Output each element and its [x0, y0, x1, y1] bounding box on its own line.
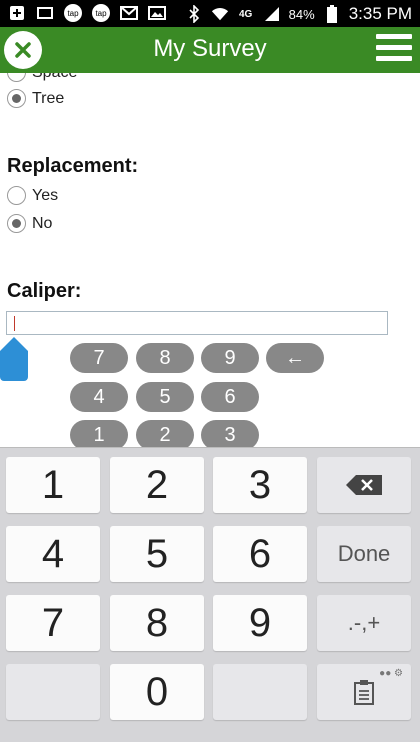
- option-space[interactable]: Space: [7, 73, 77, 82]
- pill-key[interactable]: 7: [70, 343, 128, 373]
- settings-gear-icon: ●● ⚙: [379, 668, 403, 679]
- survey-form: Space Tree Replacement: Yes No Caliper: …: [0, 73, 420, 447]
- key-5[interactable]: 5: [110, 526, 204, 582]
- blank-key[interactable]: [213, 664, 307, 720]
- hamburger-icon-bar: [376, 45, 412, 50]
- text-caret: [14, 316, 15, 331]
- option-label: Tree: [32, 89, 65, 107]
- option-no[interactable]: No: [7, 214, 52, 233]
- status-time: 3:35 PM: [348, 4, 412, 23]
- pill-key[interactable]: 8: [136, 343, 194, 373]
- image-icon: [148, 4, 166, 22]
- page-title: My Survey: [153, 35, 267, 62]
- key-8[interactable]: 8: [110, 595, 204, 651]
- clipboard-icon: [354, 680, 374, 705]
- radio-tree[interactable]: [7, 89, 26, 108]
- wifi-icon: [211, 5, 229, 23]
- tap-icon: tap: [92, 4, 110, 22]
- key-7[interactable]: 7: [6, 595, 100, 651]
- bluetooth-icon: [185, 5, 203, 23]
- menu-button[interactable]: [376, 34, 412, 66]
- key-4[interactable]: 4: [6, 526, 100, 582]
- option-label: Space: [32, 73, 77, 82]
- status-right-icons: 4G 84% 3:35 PM: [185, 4, 412, 24]
- pill-key[interactable]: 1: [70, 420, 128, 447]
- key-2[interactable]: 2: [110, 457, 204, 513]
- signal-icon: [263, 5, 281, 23]
- caliper-input[interactable]: [6, 311, 388, 335]
- option-yes[interactable]: Yes: [7, 186, 58, 205]
- caliper-label: Caliper:: [7, 280, 82, 302]
- option-label: Yes: [32, 186, 59, 204]
- option-tree[interactable]: Tree: [7, 89, 64, 108]
- key-6[interactable]: 6: [213, 526, 307, 582]
- app-bar: My Survey: [0, 27, 420, 73]
- pill-key[interactable]: 3: [201, 420, 259, 447]
- backspace-icon: [346, 475, 382, 495]
- key-9[interactable]: 9: [213, 595, 307, 651]
- key-3[interactable]: 3: [213, 457, 307, 513]
- pill-key[interactable]: 4: [70, 382, 128, 412]
- pill-key[interactable]: 2: [136, 420, 194, 447]
- plus-box-icon: [8, 4, 26, 22]
- network-badge: 4G: [238, 8, 253, 20]
- done-key[interactable]: Done: [317, 526, 411, 582]
- clipboard-key[interactable]: ●● ⚙: [317, 664, 411, 720]
- battery-percent: 84%: [288, 6, 315, 22]
- radio-yes[interactable]: [7, 186, 26, 205]
- key-0[interactable]: 0: [110, 664, 204, 720]
- symbols-key[interactable]: .-,+: [317, 595, 411, 651]
- hamburger-icon-bar: [376, 34, 412, 39]
- tap-icon: tap: [64, 4, 82, 22]
- radio-space[interactable]: [7, 73, 26, 82]
- battery-icon: [323, 5, 341, 23]
- status-bar: tap tap 4G 84% 3:35 PM: [0, 0, 420, 27]
- radio-no[interactable]: [7, 214, 26, 233]
- option-label: No: [32, 214, 53, 232]
- cursor-handle[interactable]: [0, 337, 28, 381]
- key-1[interactable]: 1: [6, 457, 100, 513]
- screen-icon: [36, 4, 54, 22]
- hamburger-icon-bar: [376, 56, 412, 61]
- pill-key[interactable]: 5: [136, 382, 194, 412]
- pill-key[interactable]: 9: [201, 343, 259, 373]
- blank-key[interactable]: [6, 664, 100, 720]
- pill-backspace[interactable]: ←: [266, 343, 324, 373]
- pill-key[interactable]: 6: [201, 382, 259, 412]
- numeric-keyboard: 1 2 3 4 5 6 Done 7 8 9 .-,+ 0 ●● ⚙: [0, 447, 420, 742]
- backspace-key[interactable]: [317, 457, 411, 513]
- status-left-icons: tap tap: [8, 4, 166, 22]
- mail-icon: [120, 4, 138, 22]
- replacement-label: Replacement:: [7, 155, 139, 177]
